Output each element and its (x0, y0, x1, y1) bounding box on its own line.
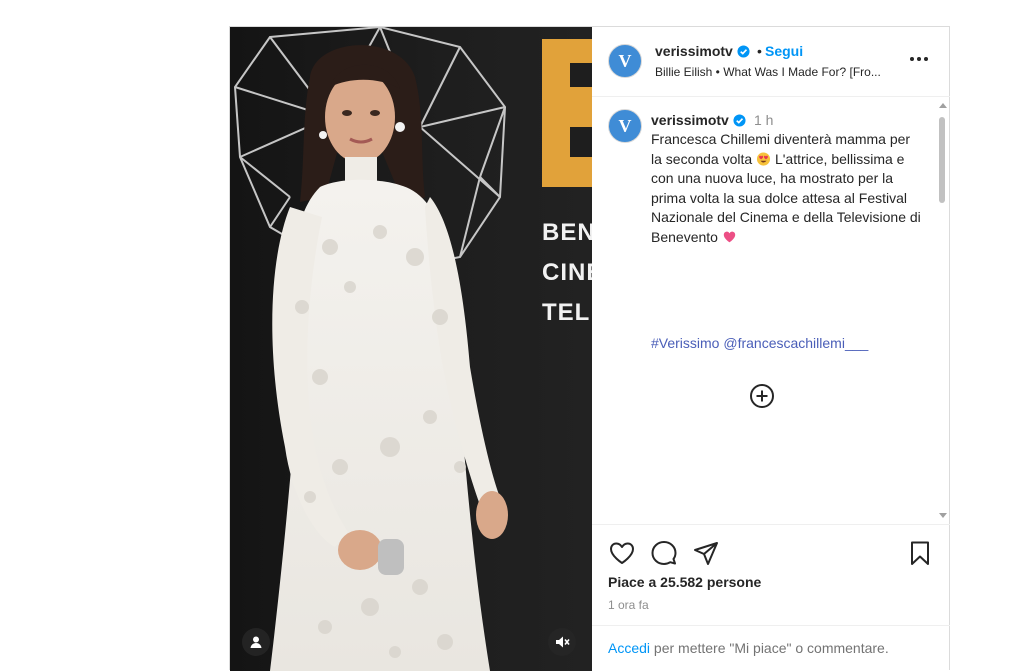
scroll-up-arrow-icon[interactable] (939, 103, 947, 108)
post-actions: Piace a 25.582 persone 1 ora fa Accedi p… (592, 525, 950, 671)
speaker-muted-icon (556, 636, 570, 648)
post-side-panel: V verissimotv • Segui Billie Eilish • Wh… (592, 27, 950, 671)
plus-circle-icon[interactable] (749, 383, 775, 409)
login-prompt-text: per mettere "Mi piace" o commentare. (650, 640, 889, 656)
avatar-letter: V (618, 50, 632, 71)
login-link[interactable]: Accedi (608, 640, 650, 656)
tagged-users-button[interactable] (242, 628, 270, 656)
separator-dot: • (757, 43, 762, 59)
sign-line: CINE (542, 259, 592, 286)
audio-track-link[interactable]: Billie Eilish • What Was I Made For? [Fr… (655, 65, 881, 79)
follow-button[interactable]: Segui (765, 43, 803, 59)
author-avatar[interactable]: V (608, 44, 642, 78)
caption-timestamp[interactable]: 1 h (754, 112, 773, 128)
scrollbar-thumb[interactable] (939, 117, 945, 203)
caption-username-link[interactable]: verissimotv (651, 112, 746, 128)
instagram-post: BEN CINE TELI V verissimotv (229, 26, 950, 671)
comments-scrollbar[interactable] (936, 103, 948, 523)
more-options-icon[interactable] (906, 49, 932, 69)
post-header: V verissimotv • Segui Billie Eilish • Wh… (592, 27, 950, 97)
mention-link[interactable]: @francescachillemi___ (723, 335, 868, 351)
event-sign-text: BEN CINE TELI (542, 213, 592, 333)
heart-eyes-emoji (757, 151, 771, 166)
verified-badge-icon (737, 45, 750, 58)
caption-author-avatar[interactable]: V (608, 109, 642, 143)
likes-count[interactable]: Piace a 25.582 persone (608, 574, 761, 590)
author-username: verissimotv (655, 43, 733, 59)
hashtag-link[interactable]: #Verissimo (651, 335, 719, 351)
share-icon[interactable] (692, 539, 720, 567)
caption-username: verissimotv (651, 112, 729, 128)
avatar-letter: V (618, 115, 632, 136)
caption-text: Francesca Chillemi diventerà mamma per l… (651, 130, 921, 247)
author-username-link[interactable]: verissimotv (655, 43, 750, 59)
login-prompt: Accedi per mettere "Mi piace" o commenta… (592, 625, 950, 670)
post-video[interactable]: BEN CINE TELI (230, 27, 592, 671)
mute-toggle-button[interactable] (548, 628, 576, 656)
user-icon (250, 636, 262, 648)
scroll-down-arrow-icon[interactable] (939, 513, 947, 518)
pink-heart-emoji (723, 231, 736, 242)
heart-icon[interactable] (608, 539, 636, 567)
video-frame-scene (230, 27, 592, 671)
post-time-ago[interactable]: 1 ora fa (608, 598, 649, 612)
bookmark-icon[interactable] (906, 539, 934, 567)
comment-icon[interactable] (650, 539, 678, 567)
verified-badge-icon (733, 114, 746, 127)
comments-section: V verissimotv 1 h Francesca Chillemi div… (592, 97, 950, 525)
event-logo-block (542, 39, 592, 187)
caption-tags: #Verissimo @francescachillemi___ (651, 335, 868, 351)
sign-line: TELI (542, 299, 592, 326)
sign-line: BEN (542, 219, 592, 246)
